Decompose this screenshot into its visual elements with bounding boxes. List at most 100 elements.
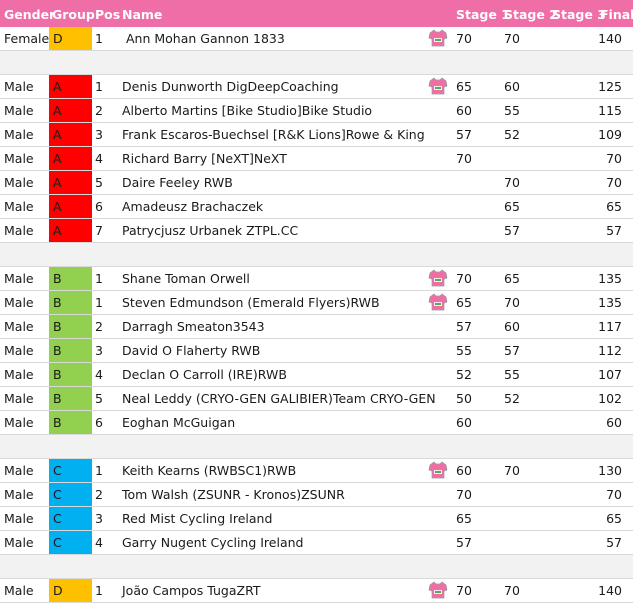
pos-cell[interactable]: 3: [95, 339, 103, 362]
stage2-cell[interactable]: 70: [504, 171, 520, 194]
pos-cell[interactable]: 4: [95, 531, 103, 554]
stage2-cell[interactable]: 70: [504, 27, 520, 50]
name-cell[interactable]: Red Mist Cycling Ireland: [122, 507, 272, 530]
stage1-cell[interactable]: 70: [456, 147, 472, 170]
stage1-cell[interactable]: 70: [456, 27, 472, 50]
name-cell[interactable]: Richard Barry [NeXT]NeXT: [122, 147, 287, 170]
group-cell[interactable]: D: [49, 27, 92, 50]
gender-cell[interactable]: Male: [4, 363, 34, 386]
pos-cell[interactable]: 1: [95, 75, 103, 98]
final-cell[interactable]: 70: [560, 483, 622, 506]
group-cell[interactable]: A: [49, 195, 92, 218]
pos-cell[interactable]: 1: [95, 459, 103, 482]
stage1-cell[interactable]: 70: [456, 579, 472, 602]
gender-cell[interactable]: Male: [4, 75, 34, 98]
group-cell[interactable]: B: [49, 363, 92, 386]
name-cell[interactable]: Garry Nugent Cycling Ireland: [122, 531, 303, 554]
pos-cell[interactable]: 6: [95, 411, 103, 434]
header-stage2[interactable]: Stage 2: [504, 7, 558, 22]
final-cell[interactable]: 140: [560, 27, 622, 50]
stage1-cell[interactable]: 70: [456, 483, 472, 506]
gender-cell[interactable]: Male: [4, 291, 34, 314]
name-cell[interactable]: Declan O Carroll (IRE)RWB: [122, 363, 287, 386]
gender-cell[interactable]: Male: [4, 339, 34, 362]
gender-cell[interactable]: Female: [4, 27, 49, 50]
stage2-cell[interactable]: 70: [504, 459, 520, 482]
name-cell[interactable]: Denis Dunworth DigDeepCoaching: [122, 75, 339, 98]
name-cell[interactable]: David O Flaherty RWB: [122, 339, 260, 362]
final-cell[interactable]: 140: [560, 579, 622, 602]
group-cell[interactable]: C: [49, 531, 92, 554]
stage2-cell[interactable]: 60: [504, 75, 520, 98]
final-cell[interactable]: 70: [560, 147, 622, 170]
gender-cell[interactable]: Male: [4, 219, 34, 242]
header-pos[interactable]: Pos: [95, 7, 120, 22]
final-cell[interactable]: 135: [560, 267, 622, 290]
pos-cell[interactable]: 1: [95, 579, 103, 602]
stage1-cell[interactable]: 60: [456, 99, 472, 122]
name-cell[interactable]: Patrycjusz Urbanek ZTPL.CC: [122, 219, 298, 242]
stage1-cell[interactable]: 55: [456, 339, 472, 362]
final-cell[interactable]: 135: [560, 291, 622, 314]
header-group[interactable]: Group: [52, 7, 95, 22]
name-cell[interactable]: João Campos TugaZRT: [122, 579, 260, 602]
group-cell[interactable]: C: [49, 483, 92, 506]
group-cell[interactable]: B: [49, 411, 92, 434]
group-cell[interactable]: B: [49, 315, 92, 338]
final-cell[interactable]: 57: [560, 219, 622, 242]
stage1-cell[interactable]: 65: [456, 75, 472, 98]
header-stage3[interactable]: Stage 3: [552, 7, 606, 22]
gender-cell[interactable]: Male: [4, 387, 34, 410]
name-cell[interactable]: Steven Edmundson (Emerald Flyers)RWB: [122, 291, 380, 314]
gender-cell[interactable]: Male: [4, 459, 34, 482]
stage1-cell[interactable]: 57: [456, 123, 472, 146]
pos-cell[interactable]: 2: [95, 315, 103, 338]
stage2-cell[interactable]: 70: [504, 579, 520, 602]
pos-cell[interactable]: 2: [95, 483, 103, 506]
pos-cell[interactable]: 6: [95, 195, 103, 218]
header-stage1[interactable]: Stage 1: [456, 7, 510, 22]
gender-cell[interactable]: Male: [4, 147, 34, 170]
group-cell[interactable]: B: [49, 267, 92, 290]
name-cell[interactable]: Daire Feeley RWB: [122, 171, 233, 194]
stage2-cell[interactable]: 60: [504, 315, 520, 338]
gender-cell[interactable]: Male: [4, 531, 34, 554]
pos-cell[interactable]: 4: [95, 147, 103, 170]
stage1-cell[interactable]: 65: [456, 507, 472, 530]
name-cell[interactable]: Frank Escaros-Buechsel [R&K Lions]Rowe &…: [122, 123, 425, 146]
gender-cell[interactable]: Male: [4, 171, 34, 194]
pos-cell[interactable]: 5: [95, 171, 103, 194]
stage1-cell[interactable]: 60: [456, 459, 472, 482]
group-cell[interactable]: B: [49, 339, 92, 362]
final-cell[interactable]: 107: [560, 363, 622, 386]
stage2-cell[interactable]: 57: [504, 339, 520, 362]
name-cell[interactable]: Darragh Smeaton3543: [122, 315, 265, 338]
stage2-cell[interactable]: 70: [504, 291, 520, 314]
name-cell[interactable]: Shane Toman Orwell: [122, 267, 250, 290]
stage2-cell[interactable]: 55: [504, 99, 520, 122]
stage1-cell[interactable]: 70: [456, 267, 472, 290]
group-cell[interactable]: C: [49, 459, 92, 482]
header-final[interactable]: Final: [600, 7, 633, 22]
final-cell[interactable]: 70: [560, 171, 622, 194]
pos-cell[interactable]: 4: [95, 363, 103, 386]
stage2-cell[interactable]: 57: [504, 219, 520, 242]
group-cell[interactable]: A: [49, 123, 92, 146]
final-cell[interactable]: 115: [560, 99, 622, 122]
gender-cell[interactable]: Male: [4, 123, 34, 146]
group-cell[interactable]: A: [49, 99, 92, 122]
final-cell[interactable]: 102: [560, 387, 622, 410]
final-cell[interactable]: 60: [560, 411, 622, 434]
final-cell[interactable]: 65: [560, 507, 622, 530]
name-cell[interactable]: Tom Walsh (ZSUNR - Kronos)ZSUNR: [122, 483, 345, 506]
gender-cell[interactable]: Male: [4, 411, 34, 434]
stage2-cell[interactable]: 55: [504, 363, 520, 386]
name-cell[interactable]: Alberto Martins [Bike Studio]Bike Studio: [122, 99, 372, 122]
pos-cell[interactable]: 1: [95, 27, 103, 50]
group-cell[interactable]: C: [49, 507, 92, 530]
stage1-cell[interactable]: 50: [456, 387, 472, 410]
group-cell[interactable]: A: [49, 75, 92, 98]
gender-cell[interactable]: Male: [4, 99, 34, 122]
name-cell[interactable]: Keith Kearns (RWBSC1)RWB: [122, 459, 296, 482]
group-cell[interactable]: D: [49, 579, 92, 602]
